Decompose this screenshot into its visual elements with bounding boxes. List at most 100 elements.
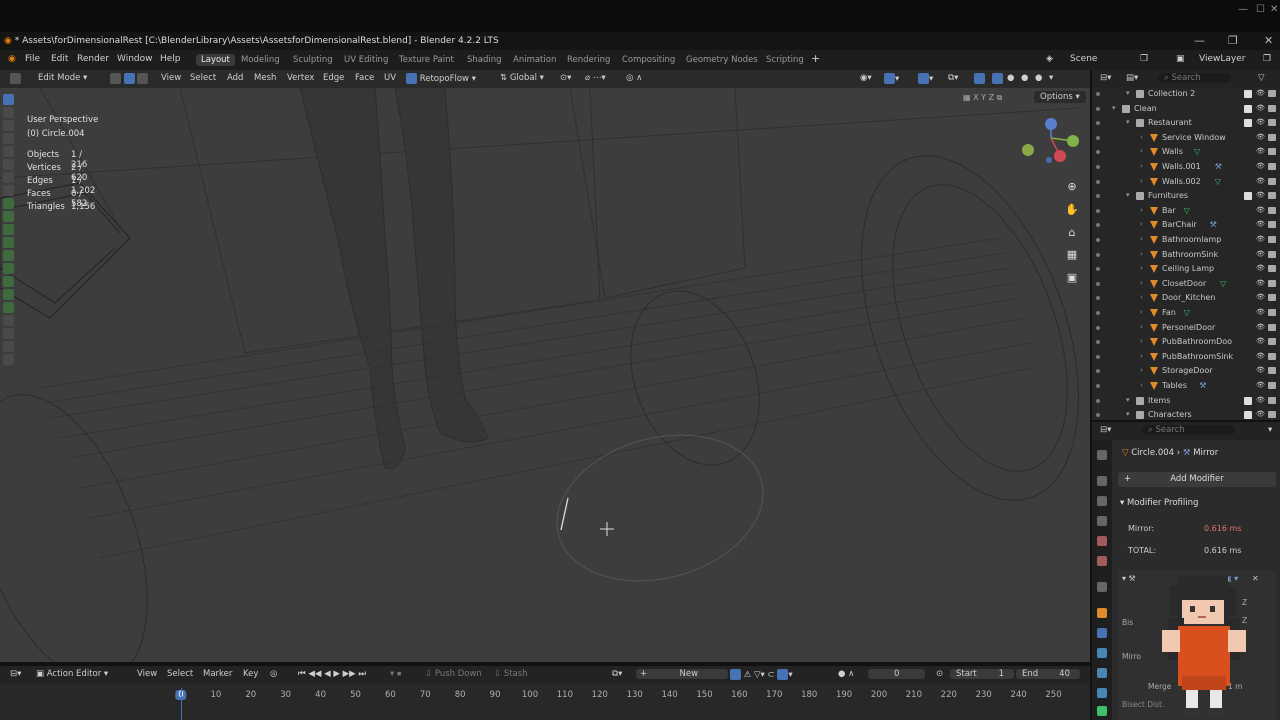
panel-collapse-icon[interactable]: ▾ ⚒ xyxy=(1122,574,1136,583)
output-tab-icon[interactable] xyxy=(1097,496,1107,506)
add-modifier-button[interactable]: + Add Modifier xyxy=(1118,472,1276,487)
eye-icon[interactable]: 👁 xyxy=(1256,410,1265,418)
close-icon[interactable]: ✕ xyxy=(1264,32,1273,50)
outliner-object-row[interactable]: › PubBathroomSink 👁 xyxy=(1092,350,1280,365)
mesh-overlay-icon[interactable]: ⧉▾ xyxy=(948,73,958,83)
expand-arrow-icon[interactable]: › xyxy=(1140,220,1143,228)
expand-arrow-icon[interactable]: › xyxy=(1140,381,1143,389)
camera-icon[interactable] xyxy=(1268,250,1276,258)
outliner-collection-row[interactable]: ▾ Characters 👁 xyxy=(1092,408,1280,420)
exclude-checkbox[interactable] xyxy=(1244,396,1252,405)
eye-icon[interactable]: 👁 xyxy=(1256,162,1265,170)
blender-menu-icon[interactable]: ◉ xyxy=(8,54,16,64)
minimize-icon[interactable]: — xyxy=(1194,32,1205,50)
expand-arrow-icon[interactable]: ▾ xyxy=(1112,104,1116,112)
camera-icon[interactable] xyxy=(1268,396,1276,404)
xray-icon[interactable] xyxy=(974,73,985,84)
outliner-object-row[interactable]: › ClosetDoor ▽ 👁 xyxy=(1092,277,1280,292)
camera-icon[interactable] xyxy=(1268,294,1276,302)
menu-view[interactable]: View xyxy=(161,73,181,83)
timeline-menu-key[interactable]: Key xyxy=(243,669,258,679)
tab-scripting[interactable]: Scripting xyxy=(761,54,809,66)
outliner-collection-row[interactable]: ▾ Items 👁 xyxy=(1092,394,1280,409)
eye-icon[interactable]: 👁 xyxy=(1256,147,1265,155)
camera-icon[interactable] xyxy=(1268,265,1276,273)
push-down-button[interactable]: ⇩ Push Down xyxy=(425,669,482,679)
camera-icon[interactable] xyxy=(1268,177,1276,185)
eye-icon[interactable]: 👁 xyxy=(1256,89,1265,97)
eye-icon[interactable]: 👁 xyxy=(1256,235,1265,243)
outliner-filter-icon[interactable]: ▽ xyxy=(1258,73,1265,83)
expand-arrow-icon[interactable]: › xyxy=(1140,264,1143,272)
exclude-checkbox[interactable] xyxy=(1244,104,1252,113)
shading-options-icon[interactable]: ▾ xyxy=(1049,73,1053,83)
timeline-menu-view[interactable]: View xyxy=(137,669,157,679)
grid-view-icon[interactable]: ▦ xyxy=(1064,247,1080,263)
mesh-data-icon[interactable]: ▽ xyxy=(1215,177,1221,186)
scale-tool-icon[interactable] xyxy=(3,146,14,157)
expand-arrow-icon[interactable]: › xyxy=(1140,366,1143,374)
constraints-tab-icon[interactable] xyxy=(1097,688,1107,698)
retopoflow-menu[interactable]: RetopoFlow ▾ xyxy=(406,73,476,84)
menu-face[interactable]: Face xyxy=(355,73,374,83)
camera-icon[interactable] xyxy=(1268,90,1276,97)
new-action-button[interactable]: + New xyxy=(636,669,729,679)
expand-arrow-icon[interactable]: › xyxy=(1140,293,1143,301)
eye-icon[interactable]: 👁 xyxy=(1256,206,1265,214)
menu-window[interactable]: Window xyxy=(117,54,153,64)
tab-texture-paint[interactable]: Texture Paint xyxy=(394,54,459,66)
minimize-icon[interactable]: — xyxy=(1238,4,1248,15)
perspective-toggle-icon[interactable]: ▣ xyxy=(1064,270,1080,286)
rotate-tool-icon[interactable] xyxy=(3,133,14,144)
timeline-editor-icon[interactable]: ⊟▾ xyxy=(10,669,21,679)
spin-tool-icon[interactable] xyxy=(3,289,14,300)
eye-icon[interactable]: 👁 xyxy=(1256,381,1265,389)
overlay-toggle-icon[interactable]: ▾ xyxy=(918,73,933,84)
timeline-menu-select[interactable]: Select xyxy=(167,669,193,679)
menu-help[interactable]: Help xyxy=(160,54,181,64)
outliner-object-row[interactable]: › BarChair ⚒ 👁 xyxy=(1092,218,1280,233)
camera-icon[interactable] xyxy=(1268,192,1276,200)
outliner-object-row[interactable]: › Bar ▽ 👁 xyxy=(1092,204,1280,219)
eye-icon[interactable]: 👁 xyxy=(1256,323,1265,331)
tab-geometry-nodes[interactable]: Geometry Nodes xyxy=(681,54,763,66)
mesh-data-icon[interactable]: ▽ xyxy=(1194,147,1200,156)
outliner-object-row[interactable]: › Walls.001 ⚒ 👁 xyxy=(1092,160,1280,175)
outliner-object-row[interactable]: › PubBathroomDoo 👁 xyxy=(1092,335,1280,350)
start-frame-field[interactable]: Start 1 xyxy=(950,669,1014,679)
scene-name[interactable]: Scene xyxy=(1070,54,1097,64)
camera-icon[interactable] xyxy=(1268,236,1276,243)
view-layer-name[interactable]: ViewLayer xyxy=(1199,54,1245,64)
outliner-collection-row[interactable]: ▾ Clean 👁 xyxy=(1092,102,1280,117)
world-tab-icon[interactable] xyxy=(1097,556,1107,566)
expand-arrow-icon[interactable]: › xyxy=(1140,308,1143,316)
shading-solid-icon[interactable]: ● xyxy=(1007,73,1014,83)
camera-icon[interactable] xyxy=(1268,323,1276,331)
cursor-tool-icon[interactable] xyxy=(3,107,14,118)
menu-vertex[interactable]: Vertex xyxy=(287,73,314,83)
camera-icon[interactable] xyxy=(1268,163,1276,170)
eye-icon[interactable]: 👁 xyxy=(1256,220,1265,228)
outliner-search-input[interactable]: ⌕ Search xyxy=(1158,73,1231,83)
exclude-checkbox[interactable] xyxy=(1244,411,1252,420)
properties-editor-icon[interactable]: ⊟▾ xyxy=(1100,425,1111,435)
rip-tool-icon[interactable] xyxy=(3,354,14,365)
camera-icon[interactable] xyxy=(1268,338,1276,346)
camera-icon[interactable] xyxy=(1268,133,1276,141)
outliner-object-row[interactable]: › StorageDoor 👁 xyxy=(1092,364,1280,379)
scene-tab-icon[interactable] xyxy=(1097,536,1107,546)
outliner-object-row[interactable]: › PersonelDoor 👁 xyxy=(1092,321,1280,336)
expand-arrow-icon[interactable]: › xyxy=(1140,352,1143,360)
camera-icon[interactable] xyxy=(1268,382,1276,389)
viewlayer-icon[interactable]: ▣ xyxy=(1176,54,1185,64)
modifier-profiling-panel-header[interactable]: ▾ Modifier Profiling xyxy=(1120,498,1198,508)
wrench-icon[interactable]: ⚒ xyxy=(1210,220,1217,229)
outliner-collection-row[interactable]: ▾ Collection 2 👁 xyxy=(1092,88,1280,102)
scene-icon[interactable]: ◈ xyxy=(1046,54,1053,64)
eye-icon[interactable]: 👁 xyxy=(1256,293,1265,301)
outliner-object-row[interactable]: › Tables ⚒ 👁 xyxy=(1092,379,1280,394)
expand-arrow-icon[interactable]: › xyxy=(1140,235,1143,243)
expand-arrow-icon[interactable]: ▾ xyxy=(1126,410,1130,418)
menu-file[interactable]: File xyxy=(25,54,40,64)
inset-tool-icon[interactable] xyxy=(3,224,14,235)
